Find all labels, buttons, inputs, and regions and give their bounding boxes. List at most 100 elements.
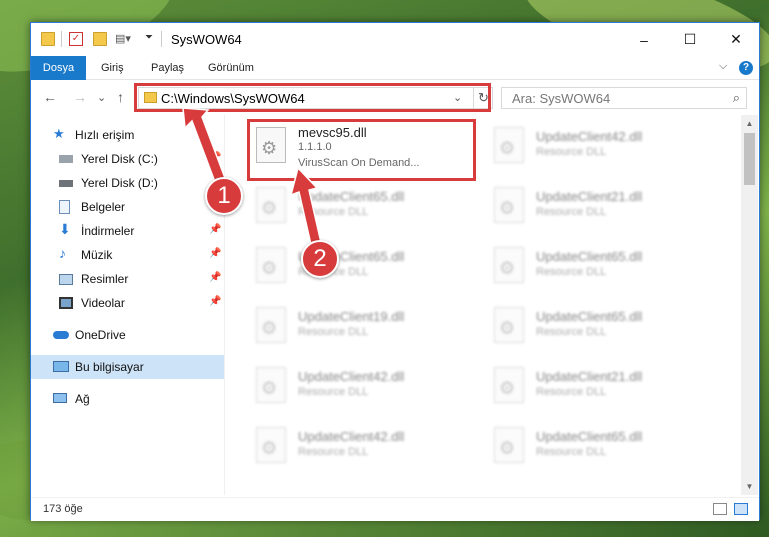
sidebar-item-label: Videolar xyxy=(81,296,125,310)
sidebar-item-onedrive[interactable]: OneDrive xyxy=(31,323,224,347)
file-description: Resource DLL xyxy=(536,146,607,158)
forward-arrow-icon[interactable]: → xyxy=(73,89,87,105)
file-tile[interactable]: ⚙ UpdateClient65.dll Resource DLL xyxy=(226,235,464,295)
back-arrow-icon[interactable]: ← xyxy=(43,89,57,105)
sidebar-item-videos[interactable]: Videolar 📌 xyxy=(31,291,224,315)
minimize-button[interactable]: – xyxy=(621,23,667,56)
pane-divider xyxy=(224,115,225,495)
sidebar-item-label: Belgeler xyxy=(81,200,126,214)
step-callout-1: 1 xyxy=(205,177,243,215)
file-tile[interactable]: ⚙ UpdateClient42.dll Resource DLL xyxy=(226,415,464,475)
file-tile[interactable]: ⚙ UpdateClient21.dll Resource DLL xyxy=(464,355,702,415)
sidebar-item-pictures[interactable]: Resimler 📌 xyxy=(31,267,224,291)
sidebar-item-label: Hızlı erişim xyxy=(75,128,135,142)
details-view-icon[interactable] xyxy=(713,503,727,515)
file-name: UpdateClient65.dll xyxy=(536,429,643,444)
star-icon: ★ xyxy=(53,126,65,141)
sidebar-item-quick-access[interactable]: ★ Hızlı erişim xyxy=(31,123,224,147)
status-bar: 173 öğe xyxy=(31,497,759,521)
sidebar-item-network[interactable]: Ağ xyxy=(31,387,224,411)
gear-icon: ⚙ xyxy=(499,138,516,158)
properties-icon[interactable]: ✓ xyxy=(69,32,83,46)
tab-view[interactable]: Görünüm xyxy=(208,56,254,80)
dll-file-icon: ⚙ xyxy=(256,187,286,223)
address-highlight-box xyxy=(134,83,491,112)
scroll-down-icon[interactable]: ▼ xyxy=(741,478,758,495)
dll-file-icon: ⚙ xyxy=(256,427,286,463)
sidebar-item-label: Yerel Disk (D:) xyxy=(81,176,158,190)
file-name: UpdateClient42.dll xyxy=(536,129,643,144)
dll-file-icon: ⚙ xyxy=(256,247,286,283)
dll-file-icon: ⚙ xyxy=(256,307,286,343)
scroll-up-icon[interactable]: ▲ xyxy=(741,115,758,132)
file-tile[interactable]: ⚙ UpdateClient21.dll Resource DLL xyxy=(464,175,702,235)
dll-file-icon: ⚙ xyxy=(494,367,524,403)
file-description: Resource DLL xyxy=(536,386,607,398)
close-button[interactable]: ✕ xyxy=(713,23,759,56)
gear-icon: ⚙ xyxy=(261,318,278,338)
sidebar-item-this-pc[interactable]: Bu bilgisayar xyxy=(31,355,224,379)
scroll-thumb[interactable] xyxy=(744,133,755,185)
file-tile[interactable]: ⚙ UpdateClient65.dll Resource DLL xyxy=(464,415,702,475)
sidebar-item-label: OneDrive xyxy=(75,328,126,342)
folder-icon xyxy=(41,32,55,46)
video-icon xyxy=(59,297,73,309)
computer-icon xyxy=(53,361,69,372)
file-tile[interactable]: ⚙ UpdateClient42.dll Resource DLL xyxy=(226,355,464,415)
tab-file[interactable]: Dosya xyxy=(31,56,86,80)
file-tile[interactable]: ⚙ UpdateClient19.dll Resource DLL xyxy=(226,295,464,355)
recent-locations-icon[interactable]: ⌄ xyxy=(97,91,106,104)
new-folder-icon[interactable] xyxy=(93,32,107,46)
search-input[interactable]: Ara: SysWOW64 xyxy=(512,91,610,106)
pin-icon[interactable]: 📌 xyxy=(209,152,221,163)
sidebar-item-music[interactable]: ♪ Müzik 📌 xyxy=(31,243,224,267)
dll-file-icon: ⚙ xyxy=(494,127,524,163)
music-icon: ♪ xyxy=(59,245,66,261)
window-title: SysWOW64 xyxy=(171,32,242,47)
file-tile[interactable]: ⚙ UpdateClient65.dll Resource DLL xyxy=(464,295,702,355)
dll-file-icon: ⚙ xyxy=(256,367,286,403)
sidebar-item-downloads[interactable]: ⬇ İndirmeler 📌 xyxy=(31,219,224,243)
file-tile[interactable]: ⚙ UpdateClient65.dll Resource DLL xyxy=(464,235,702,295)
drive-icon xyxy=(59,180,73,187)
file-tile[interactable]: ⚙ UpdateClient42.dll Resource DLL xyxy=(464,115,702,175)
sidebar-item-local-disk-c[interactable]: Yerel Disk (C:) 📌 xyxy=(31,147,224,171)
file-description: Resource DLL xyxy=(536,326,607,338)
download-icon: ⬇ xyxy=(59,221,71,237)
file-name: UpdateClient21.dll xyxy=(536,369,643,384)
item-count: 173 öğe xyxy=(43,503,83,515)
tab-home[interactable]: Giriş xyxy=(101,56,124,80)
file-description: Resource DLL xyxy=(536,446,607,458)
search-icon[interactable]: ⌕ xyxy=(733,90,740,106)
ribbon-collapse-icon[interactable]: ⌵ xyxy=(719,60,727,73)
sidebar-item-documents[interactable]: Belgeler 📌 xyxy=(31,195,224,219)
file-tile[interactable]: ⚙ UpdateClient65.dll Resource DLL xyxy=(226,175,464,235)
help-icon[interactable]: ? xyxy=(739,61,753,75)
dll-file-icon: ⚙ xyxy=(494,247,524,283)
tab-share[interactable]: Paylaş xyxy=(151,56,184,80)
gear-icon: ⚙ xyxy=(499,318,516,338)
file-description: Resource DLL xyxy=(536,266,607,278)
file-name: UpdateClient65.dll xyxy=(298,189,405,204)
search-box[interactable]: Ara: SysWOW64 ⌕ xyxy=(501,87,747,109)
quick-access-dropdown-icon[interactable]: ⏷ xyxy=(145,32,159,46)
ribbon-tabs: Dosya Giriş Paylaş Görünüm ⌵ ? xyxy=(31,56,759,80)
maximize-button[interactable]: ☐ xyxy=(667,23,713,56)
pin-icon[interactable]: 📌 xyxy=(209,224,221,235)
file-description: Resource DLL xyxy=(298,326,369,338)
up-arrow-icon[interactable]: ↑ xyxy=(117,89,124,105)
file-description: Resource DLL xyxy=(298,386,369,398)
vertical-scrollbar[interactable]: ▲ ▼ xyxy=(741,115,758,495)
title-bar: ✓ ▤▾ ⏷ SysWOW64 – ☐ ✕ xyxy=(31,23,759,56)
customize-icon[interactable]: ▤▾ xyxy=(115,32,131,46)
file-name: UpdateClient65.dll xyxy=(536,309,643,324)
pin-icon[interactable]: 📌 xyxy=(209,272,221,283)
sidebar-item-local-disk-d[interactable]: Yerel Disk (D:) xyxy=(31,171,224,195)
pin-icon[interactable]: 📌 xyxy=(209,248,221,259)
pin-icon[interactable]: 📌 xyxy=(209,296,221,307)
cloud-icon xyxy=(53,331,69,339)
dll-file-icon: ⚙ xyxy=(494,307,524,343)
divider xyxy=(161,31,162,47)
tiles-view-icon[interactable] xyxy=(734,503,748,515)
gear-icon: ⚙ xyxy=(261,438,278,458)
